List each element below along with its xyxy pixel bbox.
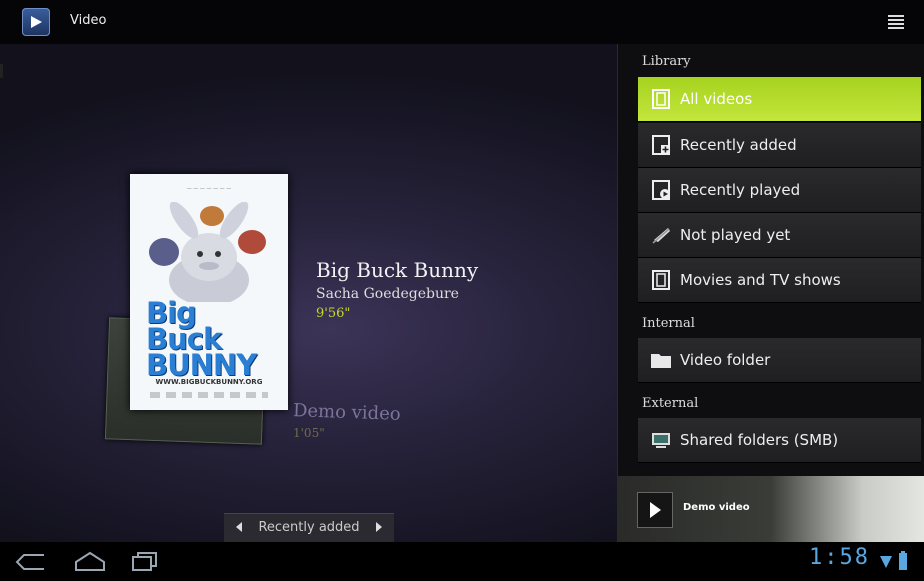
menu-item-movies-tv[interactable]: Movies and TV shows: [638, 258, 921, 303]
now-playing-bar[interactable]: Demo video: [617, 476, 924, 542]
menu-item-label: Recently added: [680, 136, 797, 154]
back-icon[interactable]: [14, 552, 48, 572]
film-add-icon: [652, 135, 670, 155]
wifi-icon: [880, 556, 892, 568]
film-play-icon: [652, 180, 670, 200]
edge-marker: [0, 64, 3, 78]
menu-item-label: Movies and TV shows: [680, 271, 841, 289]
featured-title[interactable]: Big Buck Bunny: [316, 258, 478, 282]
film-icon: [652, 270, 670, 290]
next-video-title[interactable]: Demo video: [293, 400, 401, 425]
section-external: External: [642, 396, 699, 411]
now-playing-title: Demo video: [683, 502, 750, 513]
featured-poster[interactable]: — — — — — — — Big Buck BUNNY WWW.BIGBUCK…: [130, 174, 288, 410]
section-library: Library: [642, 54, 691, 69]
poster-header: — — — — — — —: [186, 186, 232, 192]
section-internal: Internal: [642, 316, 695, 331]
folder-icon: [651, 354, 671, 368]
poster-title: Big Buck BUNNY: [146, 296, 257, 382]
pager-next-icon[interactable]: [376, 522, 382, 532]
menu-item-shared-folders[interactable]: Shared folders (SMB): [638, 418, 921, 463]
status-clock: 1:58: [809, 545, 870, 570]
film-icon: [652, 89, 670, 109]
menu-item-not-played-yet[interactable]: Not played yet: [638, 213, 921, 258]
pager-label: Recently added: [258, 520, 360, 535]
video-app-icon[interactable]: [22, 8, 50, 36]
recent-apps-icon[interactable]: [130, 550, 160, 572]
system-bar: [0, 542, 924, 581]
play-icon[interactable]: [637, 492, 673, 528]
menu-icon[interactable]: [888, 15, 904, 29]
featured-author: Sacha Goedegebure: [316, 286, 459, 302]
menu-item-label: Shared folders (SMB): [680, 431, 839, 449]
library-panel: Library All videos Recently added Recent…: [617, 44, 924, 476]
action-bar: Video: [0, 0, 924, 44]
menu-item-video-folder[interactable]: Video folder: [638, 338, 921, 383]
menu-item-label: Video folder: [680, 351, 771, 369]
video-app-screen: Video — — — — — — — Big Buck BUNNY WWW.B…: [0, 0, 924, 581]
not-played-icon: [652, 228, 670, 244]
home-icon[interactable]: [73, 550, 107, 572]
menu-item-label: Recently played: [680, 181, 801, 199]
menu-item-recently-added[interactable]: Recently added: [638, 123, 921, 168]
battery-icon: [899, 551, 907, 570]
network-icon: [652, 433, 670, 448]
menu-item-label: All videos: [680, 90, 753, 108]
poster-logos: [150, 392, 268, 398]
app-title: Video: [70, 13, 107, 28]
menu-item-all-videos[interactable]: All videos: [638, 77, 921, 122]
filter-pager: Recently added: [224, 513, 394, 542]
featured-duration: 9'56": [316, 306, 351, 321]
menu-item-recently-played[interactable]: Recently played: [638, 168, 921, 213]
menu-item-label: Not played yet: [680, 226, 791, 244]
bunny-illustration-icon: [149, 202, 266, 302]
poster-url: WWW.BIGBUCKBUNNY.ORG: [155, 378, 263, 386]
next-video-duration: 1'05": [293, 426, 325, 440]
